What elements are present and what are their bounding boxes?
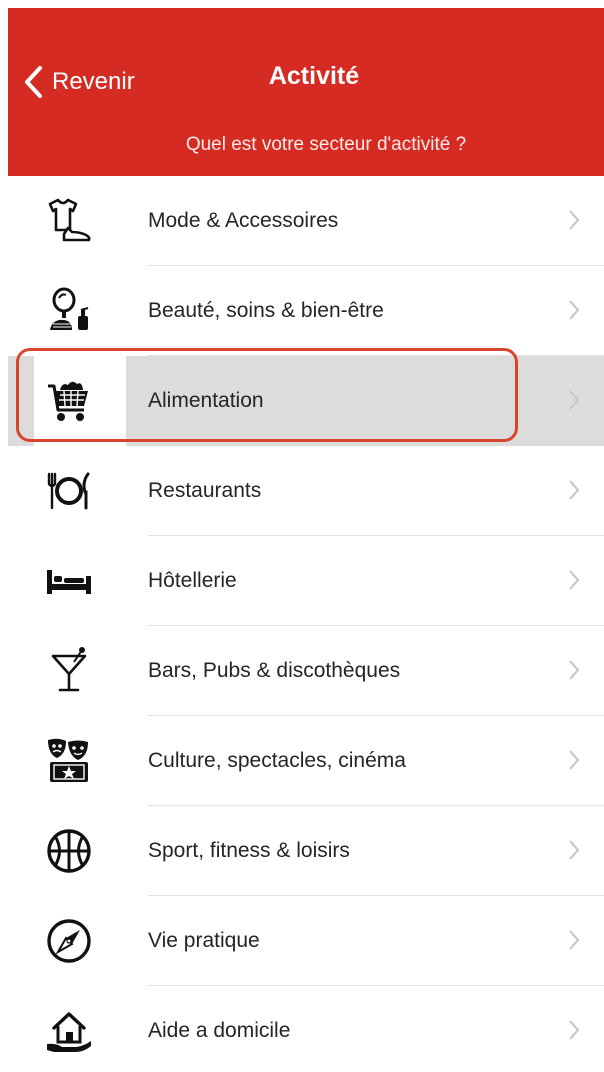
compass-icon [42,916,96,966]
list-item-hotellerie[interactable]: Hôtellerie [8,536,604,626]
chevron-right-icon [569,660,580,680]
list-item-label: Bars, Pubs & discothèques [148,659,401,682]
list-item-label: Culture, spectacles, cinéma [148,749,406,772]
list-item-alimentation[interactable]: Alimentation [8,356,604,446]
page-subtitle: Quel est votre secteur d'activité ? [185,134,467,155]
mirror-comb-icon [42,286,96,336]
list-item-culture-spectacles[interactable]: Culture, spectacles, cinéma [8,716,604,806]
chevron-right-icon [569,570,580,590]
list-item-mode-accessoires[interactable]: Mode & Accessoires [8,176,604,266]
basketball-icon [42,826,96,876]
app-screen: Revenir Activité Quel est votre secteur … [0,0,604,1072]
chevron-right-icon [569,390,580,410]
plate-cutlery-icon [42,466,96,516]
list-item-restaurants[interactable]: Restaurants [8,446,604,536]
list-item-label: Beauté, soins & bien-être [148,299,384,322]
activity-list: Mode & Accessoires Beauté, soins & bien-… [8,176,604,1072]
list-item-label: Mode & Accessoires [148,209,339,232]
navigation-header: Revenir Activité Quel est votre secteur … [8,8,604,176]
list-item-label: Alimentation [148,389,264,412]
shopping-cart-icon [42,376,96,426]
list-item-label: Aide a domicile [148,1019,291,1042]
chevron-right-icon [569,840,580,860]
list-item-label: Restaurants [148,479,262,502]
chevron-right-icon [569,930,580,950]
page-title: Activité [268,62,360,90]
theater-masks-ticket-icon [42,736,96,786]
list-item-beaute-soins[interactable]: Beauté, soins & bien-être [8,266,604,356]
chevron-right-icon [569,750,580,770]
list-item-bars-pubs[interactable]: Bars, Pubs & discothèques [8,626,604,716]
bed-icon [42,556,96,606]
list-item-sport-fitness[interactable]: Sport, fitness & loisirs [8,806,604,896]
list-item-vie-pratique[interactable]: Vie pratique [8,896,604,986]
list-item-aide-domicile[interactable]: Aide a domicile [8,986,604,1072]
tshirt-shoe-icon [42,196,96,246]
chevron-right-icon [569,480,580,500]
list-item-label: Sport, fitness & loisirs [148,839,350,862]
chevron-right-icon [569,300,580,320]
list-item-label: Hôtellerie [148,569,237,592]
chevron-right-icon [569,210,580,230]
chevron-right-icon [569,1020,580,1040]
house-hand-icon [42,1006,96,1056]
cocktail-glass-icon [42,646,96,696]
list-item-label: Vie pratique [148,929,260,952]
